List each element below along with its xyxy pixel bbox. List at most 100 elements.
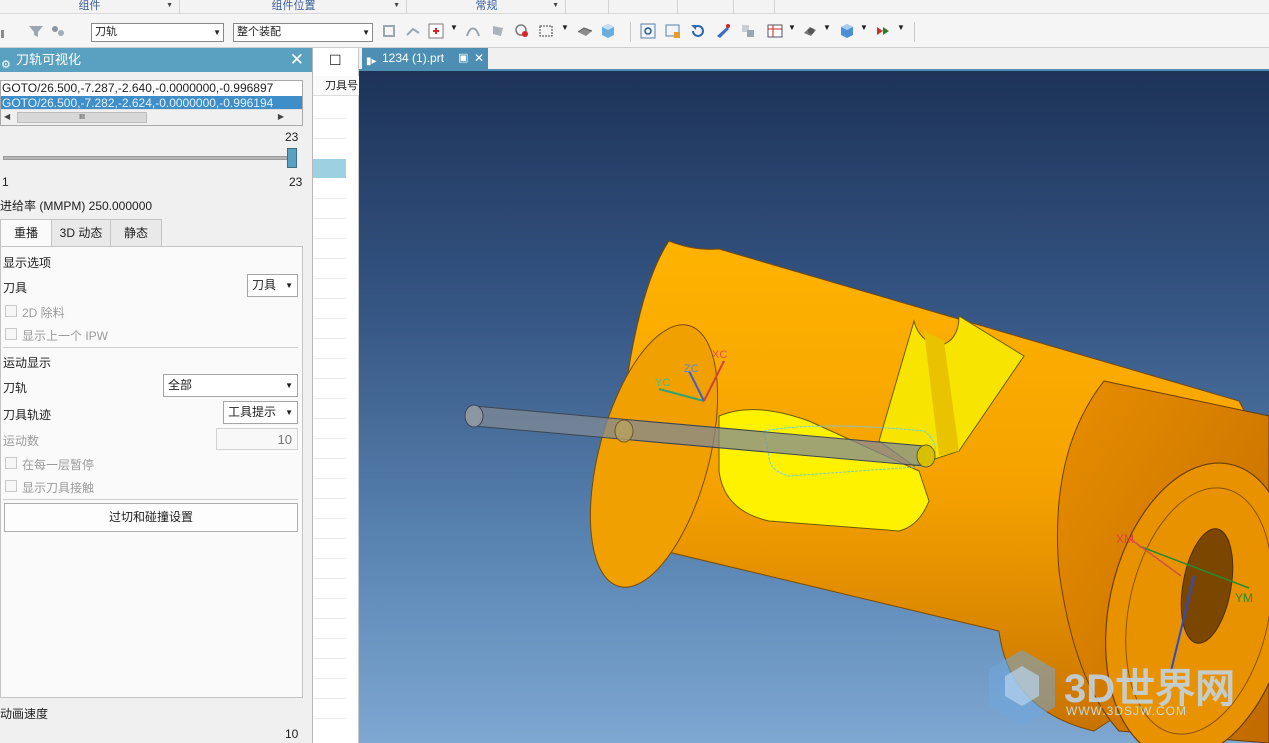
chevron-down-icon: ▼ xyxy=(285,381,293,390)
motion-slider-track[interactable] xyxy=(3,156,295,160)
maximize-icon[interactable]: ☐ xyxy=(329,52,342,69)
close-icon[interactable]: ✕ xyxy=(290,48,304,72)
row-divider xyxy=(314,558,346,559)
row-divider xyxy=(314,518,346,519)
general-selection-icon[interactable] xyxy=(428,23,444,39)
row-divider xyxy=(314,278,346,279)
select-feature-icon[interactable] xyxy=(514,23,530,39)
tab-static[interactable]: 静态 xyxy=(110,219,162,246)
tool-display-select[interactable]: 刀具 ▼ xyxy=(247,274,298,297)
rotate-icon[interactable] xyxy=(690,23,706,39)
selected-row[interactable] xyxy=(313,159,346,178)
shaded-cube-icon[interactable] xyxy=(600,23,616,39)
tab-replay[interactable]: 重播 xyxy=(0,219,52,247)
zoom-fit-icon[interactable] xyxy=(640,23,656,39)
tool-display-value: 刀具 xyxy=(252,278,277,292)
ym-label: YM xyxy=(1235,591,1253,605)
chevron-down-icon[interactable]: ▼ xyxy=(860,23,868,32)
motion-slider-thumb[interactable] xyxy=(287,148,297,168)
row-divider xyxy=(314,658,346,659)
shaded-with-edges-icon[interactable] xyxy=(839,23,855,39)
scroll-right-icon[interactable]: ▶ xyxy=(278,112,284,121)
selection-toolbar: 刀轨 ▼ 整个装配 ▼ ▼ ▼ ▼ ▼ ▼ ▼ xyxy=(0,14,1269,48)
row-divider xyxy=(314,498,346,499)
ribbon-group-label: 组件 xyxy=(78,0,101,12)
snap-link-icon[interactable] xyxy=(405,23,421,39)
chevron-down-icon[interactable]: ▼ xyxy=(823,23,831,32)
graphics-tab-bar xyxy=(359,48,1269,70)
ribbon-group-label: 常规 xyxy=(475,0,498,12)
row-divider xyxy=(314,478,346,479)
row-divider xyxy=(314,538,346,539)
curve-rule-icon[interactable] xyxy=(465,23,481,39)
row-divider xyxy=(314,698,346,699)
row-divider xyxy=(314,238,346,239)
tool-tip xyxy=(916,444,936,468)
pin-icon[interactable]: ▣ xyxy=(458,48,468,69)
operation-navigator-strip: ☐ 刀具号 xyxy=(313,48,359,743)
scroll-left-icon[interactable]: ◀ xyxy=(4,112,10,121)
face-rule-icon[interactable] xyxy=(490,23,506,39)
ribbon-group-bar: 组件 ▼ 组件位置 ▼ 常规 ▼ xyxy=(0,0,1269,14)
type-filter-value: 刀轨 xyxy=(95,26,117,38)
ribbon-group-blank xyxy=(567,0,609,14)
goto-list[interactable]: GOTO/26.500,-7.287,-2.640,-0.0000000,-0.… xyxy=(0,80,303,126)
ribbon-group-general[interactable]: 常规 ▼ xyxy=(408,0,566,14)
slider-current-label: 23 xyxy=(289,175,303,189)
tool-trace-select[interactable]: 工具提示 ▼ xyxy=(223,401,298,424)
layout-icon[interactable] xyxy=(767,23,783,39)
pan-icon[interactable] xyxy=(715,23,731,39)
row-divider xyxy=(314,198,346,199)
tab-3d-dynamic[interactable]: 3D 动态 xyxy=(51,219,111,246)
visual-settings-icon[interactable] xyxy=(875,23,891,39)
file-tab[interactable]: ▮▸ 1234 (1).prt ▣ ✕ xyxy=(362,48,488,70)
zoom-window-icon[interactable] xyxy=(665,23,681,39)
2d-remove-label: 2D 除料 xyxy=(22,306,65,320)
chevron-down-icon[interactable]: ▼ xyxy=(450,23,458,32)
close-icon[interactable]: ✕ xyxy=(474,48,484,69)
chevron-down-icon: ▼ xyxy=(285,281,293,290)
toolpath-visualization-panel: ⚙ 刀轨可视化 ✕ GOTO/26.500,-7.287,-2.640,-0.0… xyxy=(0,48,313,743)
row-divider xyxy=(314,298,346,299)
pause-each-layer-label: 在每一层暂停 xyxy=(22,458,95,472)
rectangle-select-icon[interactable] xyxy=(538,23,554,39)
motion-count-input[interactable]: 10 xyxy=(216,428,298,450)
panel-title-bar[interactable]: ⚙ 刀轨可视化 ✕ xyxy=(0,48,312,72)
chevron-down-icon[interactable]: ▼ xyxy=(897,23,905,32)
toolpath-select[interactable]: 全部 ▼ xyxy=(163,374,298,397)
scroll-thumb[interactable]: III xyxy=(17,112,147,123)
snap-point-icon[interactable] xyxy=(381,23,397,39)
pause-each-layer-checkbox[interactable] xyxy=(5,457,17,469)
chevron-down-icon: ▼ xyxy=(285,408,293,417)
render-style-icon[interactable] xyxy=(802,23,818,39)
tool-section xyxy=(614,419,634,443)
show-hide-icon[interactable] xyxy=(577,23,593,39)
2d-remove-checkbox[interactable] xyxy=(5,305,17,317)
divider xyxy=(3,499,298,500)
filter-icon[interactable] xyxy=(28,23,44,39)
list-item[interactable]: GOTO/26.500,-7.287,-2.640,-0.0000000,-0.… xyxy=(1,81,302,96)
tool-end xyxy=(464,404,484,428)
orient-view-icon[interactable] xyxy=(740,23,756,39)
file-tab-label: 1234 (1).prt xyxy=(382,51,445,65)
selection-scope-select[interactable]: 整个装配 ▼ xyxy=(233,23,373,42)
xc-label: XC xyxy=(712,349,727,361)
ribbon-group-components[interactable]: 组件 ▼ xyxy=(0,0,180,14)
graphics-viewport[interactable]: XC YC ZC XM YM 3D世界网 WWW.3DSJW.COM xyxy=(359,71,1269,743)
ribbon-group-component-position[interactable]: 组件位置 ▼ xyxy=(181,0,407,14)
show-tool-contact-checkbox[interactable] xyxy=(5,480,17,492)
chevron-down-icon: ▼ xyxy=(213,28,221,37)
toolbar-edge-icon xyxy=(1,30,4,38)
row-divider xyxy=(314,398,346,399)
tool-number-column-header[interactable]: 刀具号 xyxy=(313,76,359,96)
part-model: XC YC ZC XM YM xyxy=(464,240,1269,743)
row-divider xyxy=(314,718,346,719)
type-filter-select[interactable]: 刀轨 ▼ xyxy=(91,23,224,42)
zc-label: ZC xyxy=(684,363,699,375)
assembly-filter-icon[interactable] xyxy=(50,23,66,39)
chevron-down-icon[interactable]: ▼ xyxy=(561,23,569,32)
show-prev-ipw-checkbox[interactable] xyxy=(5,328,17,340)
gouge-collision-settings-button[interactable]: 过切和碰撞设置 xyxy=(4,503,298,532)
horizontal-scrollbar[interactable]: ◀ III ▶ xyxy=(1,109,302,125)
chevron-down-icon[interactable]: ▼ xyxy=(788,23,796,32)
